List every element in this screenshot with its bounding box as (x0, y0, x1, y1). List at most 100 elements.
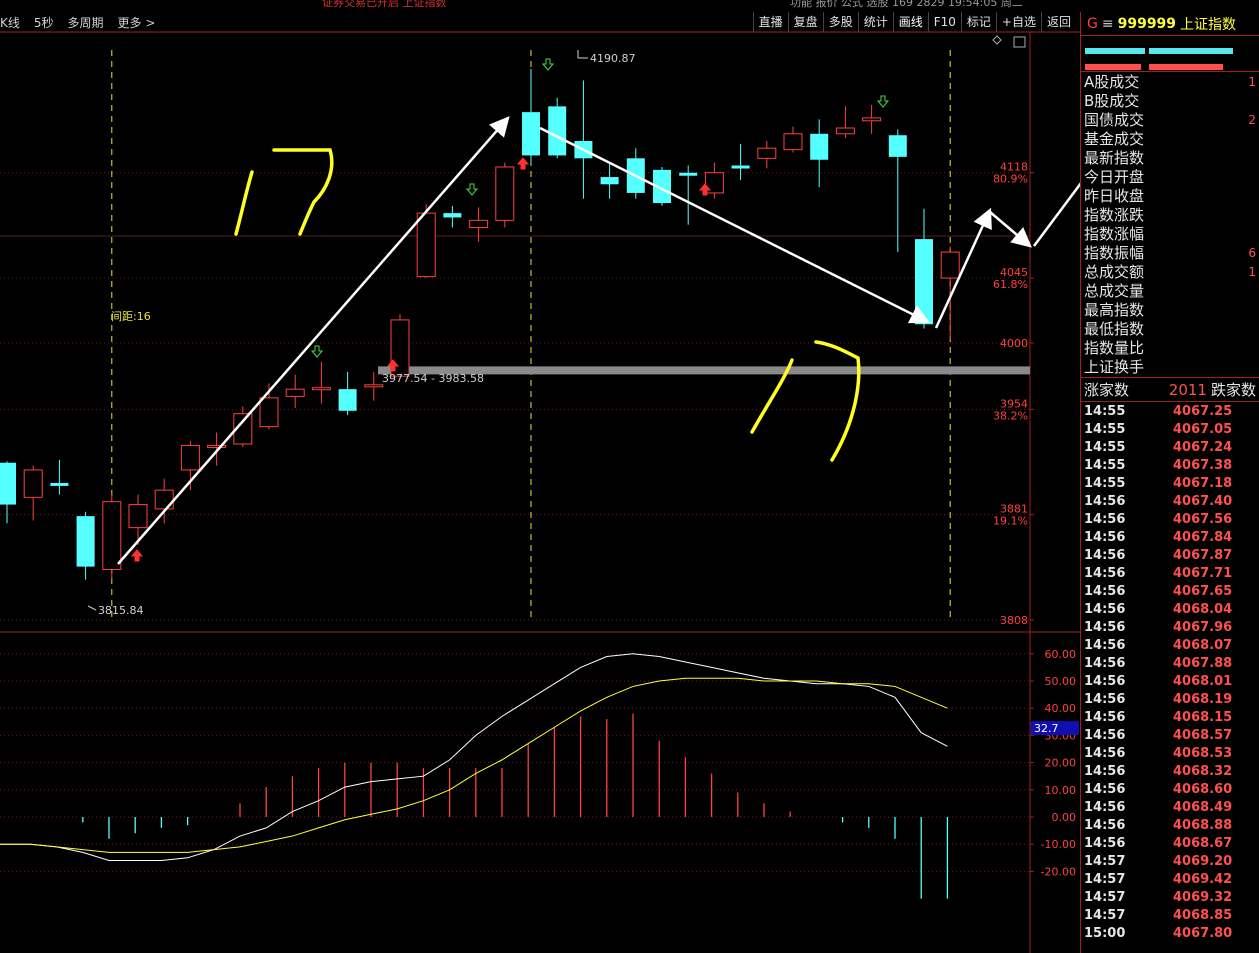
menu-icon[interactable]: ≡ (1102, 16, 1114, 32)
field-row: 上证换手 (1081, 358, 1259, 377)
tick-row: 14:57 4069.32 (1081, 889, 1259, 907)
tick-time: 14:57 (1084, 908, 1126, 923)
candle-body (76, 516, 95, 567)
tick-row: 14:55 4067.18 (1081, 475, 1259, 493)
price-tick-pct: 19.1% (993, 515, 1028, 528)
candle-body (469, 219, 489, 229)
buy-arrow-icon (130, 549, 144, 562)
tick-time: 14:56 (1084, 818, 1126, 833)
candle-body (757, 147, 777, 159)
sell-arrow-icon (541, 58, 555, 71)
field-value: 6 (1248, 246, 1256, 260)
candle-body (443, 213, 462, 218)
candle-body (940, 251, 960, 279)
field-label: 上证换手 (1084, 358, 1145, 376)
macd-tick-label: 60.00 (1045, 648, 1077, 661)
buy-sell-bars (1081, 36, 1259, 72)
macd-tick-label: -10.00 (1041, 838, 1076, 851)
tick-time: 14:55 (1084, 422, 1126, 437)
stock-header[interactable]: G ≡ 999999 上证指数 (1081, 12, 1259, 36)
macd-current-value: 32.7 (1034, 722, 1059, 735)
price-tick-pct: 61.8% (993, 278, 1028, 291)
candle-body (416, 212, 436, 278)
candle-body (731, 165, 750, 169)
candle-body (364, 384, 384, 388)
up-down-row: 涨家数 2011 跌家数 (1081, 378, 1259, 402)
yellow-scribble-2 (272, 148, 334, 236)
field-label: 总成交量 (1084, 282, 1145, 300)
macd-yellow-line (0, 677, 948, 853)
field-row: 指数振幅 6 (1081, 244, 1259, 263)
trend-arrow-down (539, 126, 931, 324)
tick-row: 14:57 4068.85 (1081, 907, 1259, 925)
sell-arrow-icon (465, 183, 479, 196)
tick-price: 4067.24 (1173, 440, 1233, 455)
tick-price: 4067.18 (1173, 476, 1233, 491)
field-value: 1 (1248, 265, 1256, 279)
field-value: 1 (1248, 75, 1256, 89)
tick-time: 14:56 (1084, 728, 1126, 743)
candle-body (311, 387, 331, 391)
tick-time: 14:56 (1084, 692, 1126, 707)
field-row: 昨日收盘 (1081, 187, 1259, 206)
tick-time: 14:56 (1084, 530, 1126, 545)
candle-body (522, 112, 540, 156)
diamond-icon (992, 35, 1002, 45)
tick-price: 4067.65 (1173, 584, 1233, 599)
price-tick-label: 3808 (1000, 614, 1028, 627)
field-row: 国债成交 2 (1081, 111, 1259, 130)
candle-body (23, 469, 43, 498)
candle-body (285, 388, 305, 397)
price-tick-pct: 80.9% (993, 173, 1028, 186)
tick-price: 4068.32 (1173, 764, 1233, 779)
tick-price: 4068.53 (1173, 746, 1233, 761)
tick-row: 14:56 4067.84 (1081, 529, 1259, 547)
yellow-scribble-1 (234, 170, 254, 236)
candle-body (600, 177, 619, 185)
field-label: 最高指数 (1084, 301, 1145, 319)
tick-time: 14:56 (1084, 746, 1126, 761)
tick-row: 14:56 4068.19 (1081, 691, 1259, 709)
field-label: 基金成交 (1084, 130, 1145, 148)
kline-chart[interactable]: 411880.9%404561.8%4000395438.2%388119.1%… (0, 0, 1080, 953)
tick-row: 14:56 4067.87 (1081, 547, 1259, 565)
field-row: B股成交 (1081, 92, 1259, 111)
macd-tick-label: 10.00 (1045, 784, 1077, 797)
tick-price: 4068.15 (1173, 710, 1233, 725)
candle-body (548, 106, 567, 156)
tick-row: 14:55 4067.24 (1081, 439, 1259, 457)
spacing-label: 间距:16 (111, 310, 151, 323)
tick-price: 4067.25 (1173, 404, 1233, 419)
field-label: 今日开盘 (1084, 168, 1145, 186)
tick-price: 4069.42 (1173, 872, 1233, 887)
low-marker-line (87, 605, 97, 611)
tick-price: 4068.49 (1173, 800, 1233, 815)
up-label: 涨家数 (1084, 381, 1130, 399)
field-row: 今日开盘 (1081, 168, 1259, 187)
candle-body (338, 389, 357, 411)
tick-time: 14:57 (1084, 872, 1126, 887)
tick-row: 14:56 4067.88 (1081, 655, 1259, 673)
tick-row: 14:55 4067.25 (1081, 403, 1259, 421)
field-row: A股成交 1 (1081, 73, 1259, 92)
tick-row: 14:56 4068.49 (1081, 799, 1259, 817)
tick-row: 14:55 4067.05 (1081, 421, 1259, 439)
trend-arrow-up (117, 116, 510, 565)
tick-price: 4069.20 (1173, 854, 1233, 869)
field-label: 国债成交 (1084, 111, 1145, 129)
cyan-bar-right (1149, 48, 1233, 54)
tick-price: 4067.80 (1173, 926, 1233, 941)
tick-time: 14:56 (1084, 584, 1126, 599)
field-value: 2 (1248, 113, 1256, 127)
tick-time: 14:56 (1084, 764, 1126, 779)
tick-price: 4068.57 (1173, 728, 1233, 743)
field-row: 最高指数 (1081, 301, 1259, 320)
tick-time: 14:56 (1084, 782, 1126, 797)
tick-row: 14:56 4068.53 (1081, 745, 1259, 763)
zone-range-label: 3977.54 - 3983.58 (382, 372, 484, 385)
tick-row: 14:56 4068.60 (1081, 781, 1259, 799)
field-row: 指数涨跌 (1081, 206, 1259, 225)
candle-body (495, 166, 515, 221)
field-row: 最新指数 (1081, 149, 1259, 168)
field-label: A股成交 (1084, 73, 1140, 91)
